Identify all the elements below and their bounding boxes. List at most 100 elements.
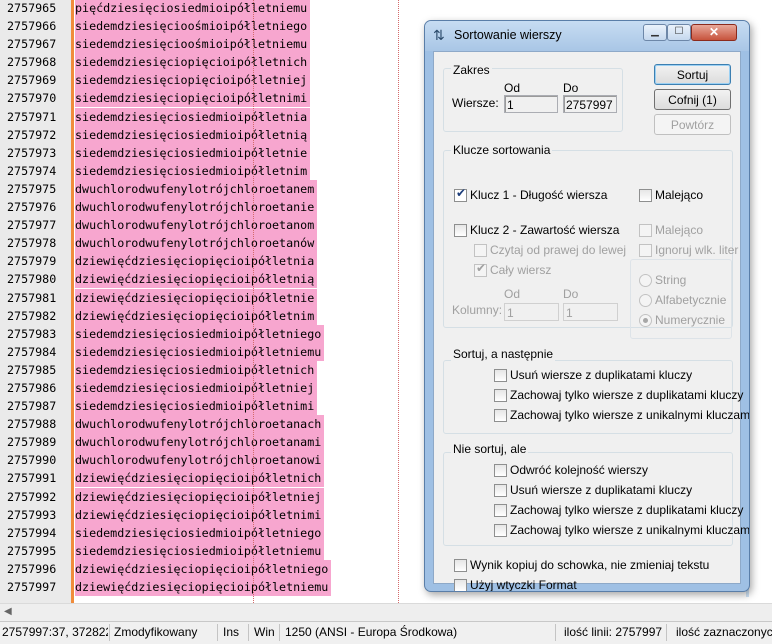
line-text[interactable]: dziewięćdziesięciopięcioipółletniemu xyxy=(75,578,332,596)
dialog-titlebar[interactable]: ⇅ Sortowanie wierszy ▁ ☐ ✕ xyxy=(425,21,749,51)
line-text[interactable]: dziewięćdziesięciopięcioipółletnich xyxy=(75,469,325,488)
line-text[interactable]: siedemdziesięciosiedmioipółletniego xyxy=(75,523,325,542)
sort-rows-dialog: ⇅ Sortowanie wierszy ▁ ☐ ✕ Zakres Od Do … xyxy=(424,20,750,592)
line-ending[interactable]: Win xyxy=(254,625,275,639)
key1-desc-checkbox[interactable] xyxy=(639,189,652,202)
encoding[interactable]: 1250 (ANSI - Europa Środkowa) xyxy=(285,625,457,639)
key2-label: Klucz 2 - Zawartość wiersza xyxy=(470,223,620,237)
use-plugin-label: Użyj wtyczki Format xyxy=(470,578,577,592)
line-text[interactable]: siedemdziesięciopięcioipółletniej xyxy=(75,71,311,90)
radio-string[interactable] xyxy=(639,274,652,287)
line-number: 2757984 xyxy=(7,344,57,359)
columns-label: Kolumny: xyxy=(452,303,503,317)
use-plugin-checkbox[interactable] xyxy=(454,579,467,591)
ns-reverse-label: Odwróć kolejność wierszy xyxy=(510,463,649,477)
key2-desc-label: Malejąco xyxy=(655,223,704,237)
line-number: 2757992 xyxy=(7,489,57,504)
whole-row-checkbox[interactable]: ✔ xyxy=(474,261,487,277)
line-number: 2757985 xyxy=(7,362,57,377)
editor-line[interactable]: 2757965 pięćdziesięciosiedmioipółletniemu xyxy=(0,0,772,17)
line-text[interactable]: dziewięćdziesięciopięcioipółletnie xyxy=(75,288,318,307)
ns-keep-unique-checkbox[interactable] xyxy=(494,524,507,537)
copy-to-clipboard-label: Wynik kopiuj do schowka, nie zmieniaj te… xyxy=(470,558,710,572)
st-keep-unique-checkbox[interactable] xyxy=(494,409,507,422)
col-from-field[interactable]: 1 xyxy=(504,303,559,321)
line-text[interactable]: pięćdziesięciosiedmioipółletniemu xyxy=(75,0,311,17)
line-number: 2757969 xyxy=(7,73,57,88)
line-text[interactable]: siedemdziesięciopięcioipółletnich xyxy=(75,53,311,72)
line-number: 2757989 xyxy=(7,435,57,450)
line-number: 2757991 xyxy=(7,471,57,486)
radio-numeric[interactable] xyxy=(639,314,652,327)
line-text[interactable]: siedemdziesięciosiedmioipółletnie xyxy=(75,143,311,162)
line-text[interactable]: dziewięćdziesięciopięcioipółletniego xyxy=(75,559,332,578)
line-text[interactable]: dziewięćdziesięciopięcioipółletnim xyxy=(75,306,318,325)
line-number: 2757995 xyxy=(7,543,57,558)
line-text[interactable]: siedemdziesięciopięcioipółletnimi xyxy=(75,89,311,108)
line-number: 2757983 xyxy=(7,326,57,341)
key1-label: Klucz 1 - Długość wiersza xyxy=(470,188,608,202)
line-number: 2757965 xyxy=(7,1,57,15)
line-number: 2757982 xyxy=(7,308,57,323)
line-text[interactable]: siedemdziesięciosiedmioipółletnia xyxy=(75,107,311,126)
line-text[interactable]: dwuchlorodwufenylotrójchloroetanom xyxy=(75,216,318,235)
line-text[interactable]: siedemdziesięciosiedmioipółletnią xyxy=(75,125,311,144)
line-number: 2757978 xyxy=(7,236,57,251)
line-text[interactable]: siedemdziesięciosiedmioipółletniej xyxy=(75,378,318,397)
key2-desc-checkbox[interactable] xyxy=(639,224,652,237)
line-number: 2757974 xyxy=(7,163,57,178)
ns-reverse-checkbox[interactable] xyxy=(494,464,507,477)
range-from-field[interactable]: 1 xyxy=(504,95,558,113)
close-button[interactable]: ✕ xyxy=(691,24,737,41)
rtl-checkbox[interactable] xyxy=(474,244,487,257)
maximize-button[interactable]: ☐ xyxy=(667,24,691,41)
ignore-case-checkbox[interactable] xyxy=(639,244,652,257)
line-text[interactable]: dwuchlorodwufenylotrójchloroetanach xyxy=(75,415,325,434)
ns-keep-dup-label: Zachowaj tylko wiersze z duplikatami klu… xyxy=(510,503,744,517)
line-text[interactable]: dwuchlorodwufenylotrójchloroetanie xyxy=(75,198,318,217)
line-text[interactable]: dwuchlorodwufenylotrójchloroetanów xyxy=(75,234,318,253)
repeat-button[interactable]: Powtórz xyxy=(654,114,731,135)
line-text[interactable]: siedemdziesięciosiedmioipółletniego xyxy=(75,324,325,343)
line-text[interactable]: siedemdziesięciosiedmioipółletnim xyxy=(75,161,311,180)
range-to-field[interactable]: 2757997 xyxy=(563,95,617,113)
ns-keep-dup-checkbox[interactable] xyxy=(494,504,507,517)
key2-checkbox[interactable] xyxy=(454,224,467,237)
line-text[interactable]: dziewięćdziesięciopięcioipółletnimi xyxy=(75,505,325,524)
scroll-left-icon[interactable]: ◀ xyxy=(4,606,12,617)
st-keep-dup-checkbox[interactable] xyxy=(494,389,507,402)
sort-keys-group-label: Klucze sortowania xyxy=(451,143,553,157)
horizontal-scrollbar[interactable]: ◀ xyxy=(0,603,772,621)
rtl-label: Czytaj od prawej do lewej xyxy=(490,243,627,257)
line-text[interactable]: dwuchlorodwufenylotrójchloroetanem xyxy=(75,179,318,198)
line-text[interactable]: siedemdziesięciosiedmioipółletniemu xyxy=(75,342,325,361)
col-to-field[interactable]: 1 xyxy=(563,303,618,321)
line-text[interactable]: siedemdziesięcioośmioipółletniemu xyxy=(75,35,311,54)
insert-mode[interactable]: Ins xyxy=(223,625,239,639)
line-number: 2757997 xyxy=(7,580,57,594)
line-number: 2757993 xyxy=(7,507,57,522)
copy-to-clipboard-checkbox[interactable] xyxy=(454,559,467,572)
radio-alphabetical[interactable] xyxy=(639,294,652,307)
rows-label: Wiersze: xyxy=(452,96,499,110)
undo-button[interactable]: Cofnij (1) xyxy=(654,89,731,110)
st-remove-dup-checkbox[interactable] xyxy=(494,369,507,382)
minimize-button[interactable]: ▁ xyxy=(643,24,667,41)
line-number: 2757981 xyxy=(7,290,57,305)
radio-string-label: String xyxy=(655,273,687,287)
line-text[interactable]: dziewięćdziesięciopięcioipółletniej xyxy=(75,487,325,506)
line-number: 2757976 xyxy=(7,200,57,215)
line-number: 2757973 xyxy=(7,145,57,160)
line-text[interactable]: dwuchlorodwufenylotrójchloroetanowi xyxy=(75,451,325,470)
line-text[interactable]: dziewięćdziesięciopięcioipółletnią xyxy=(75,270,318,289)
line-text[interactable]: dwuchlorodwufenylotrójchloroetanami xyxy=(75,433,325,452)
sort-button[interactable]: Sortuj xyxy=(654,64,731,85)
line-text[interactable]: dziewięćdziesięciopięcioipółletnia xyxy=(75,252,318,271)
checkmark-icon: ✔ xyxy=(456,186,467,200)
line-text[interactable]: siedemdziesięciosiedmioipółletniemu xyxy=(75,541,325,560)
line-text[interactable]: siedemdziesięciosiedmioipółletnich xyxy=(75,360,318,379)
line-text[interactable]: siedemdziesięciosiedmioipółletnimi xyxy=(75,397,318,416)
ns-remove-dup-checkbox[interactable] xyxy=(494,484,507,497)
line-text[interactable]: siedemdziesięcioośmioipółletniego xyxy=(75,17,311,36)
key1-checkbox[interactable]: ✔ xyxy=(454,186,467,202)
